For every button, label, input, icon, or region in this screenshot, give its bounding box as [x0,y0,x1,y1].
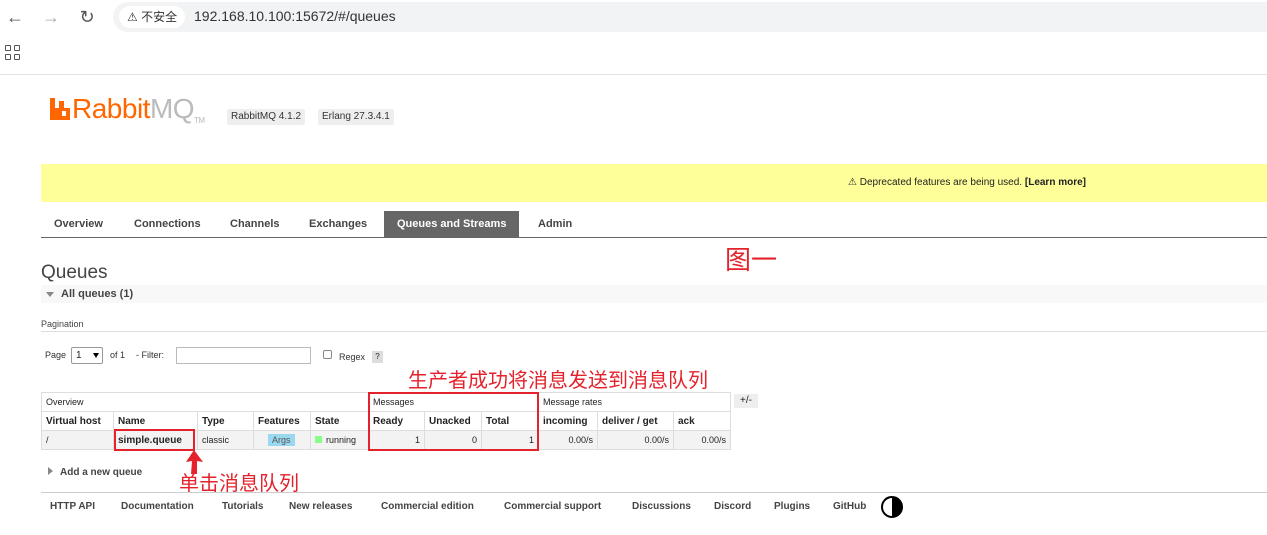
tab-overview[interactable]: Overview [54,211,103,237]
page-select[interactable]: 1 [71,347,103,364]
pagination-label: Pagination [41,319,84,329]
regex-checkbox[interactable] [323,350,332,359]
messages-annotation: 生产者成功将消息发送到消息队列 [408,368,708,392]
url-text[interactable]: 192.168.10.100:15672/#/queues [194,8,396,24]
col-type[interactable]: Type [197,411,254,431]
footer-link-github[interactable]: GitHub [833,501,866,512]
rabbitmq-logo[interactable]: RabbitMQTM [50,93,205,125]
footer: HTTP API Documentation Tutorials New rel… [41,492,1267,520]
back-icon[interactable]: ← [4,6,26,28]
column-toggle-button[interactable]: +/- [734,394,758,408]
erlang-version: Erlang 27.3.4.1 [318,109,394,125]
col-ack[interactable]: ack [673,411,731,431]
warning-icon: ⚠ [127,10,138,24]
all-queues-section-toggle[interactable]: All queues (1) [41,285,1267,303]
group-overview: Overview [41,392,369,412]
filter-label: - Filter: [136,350,164,360]
col-state[interactable]: State [310,411,369,431]
reload-icon[interactable]: ↻ [76,6,98,28]
regex-label: Regex [339,352,366,362]
tab-admin[interactable]: Admin [538,211,572,237]
theme-toggle-icon[interactable] [881,496,903,518]
col-deliver-get[interactable]: deliver / get [597,411,674,431]
page-label: Page [45,350,67,360]
col-incoming[interactable]: incoming [538,411,598,431]
col-features[interactable]: Features [253,411,311,431]
tab-connections[interactable]: Connections [134,211,201,237]
cell-state: running [310,430,369,450]
cell-features: Args [253,430,311,450]
args-badge[interactable]: Args [268,434,295,446]
cell-incoming: 0.00/s [538,430,598,450]
footer-link-commercial-support[interactable]: Commercial support [504,501,601,512]
learn-more-link[interactable]: [Learn more] [1025,177,1086,188]
running-status-icon [315,436,322,443]
cell-vhost: / [41,430,114,450]
footer-link-new-releases[interactable]: New releases [289,501,352,512]
tab-exchanges[interactable]: Exchanges [309,211,367,237]
footer-link-discord[interactable]: Discord [714,501,751,512]
filter-input[interactable] [176,347,311,364]
main-tabs: Overview Connections Channels Exchanges … [41,211,1267,238]
footer-link-tutorials[interactable]: Tutorials [222,501,263,512]
pagination-divider [41,331,1267,332]
footer-link-plugins[interactable]: Plugins [774,501,810,512]
cell-type: classic [197,430,254,450]
address-bar[interactable]: ⚠ 不安全 192.168.10.100:15672/#/queues [113,2,1267,32]
expanded-triangle-icon [46,292,54,297]
page-count: of 1 [110,350,126,360]
footer-link-documentation[interactable]: Documentation [121,501,194,512]
security-indicator[interactable]: ⚠ 不安全 [119,6,186,28]
cell-ack: 0.00/s [673,430,731,450]
deprecation-banner: ⚠ Deprecated features are being used. [L… [41,164,1267,202]
col-name[interactable]: Name [113,411,198,431]
rabbitmq-version: RabbitMQ 4.1.2 [227,109,306,125]
chevron-down-icon [93,353,99,358]
regex-help-icon[interactable]: ? [372,351,383,363]
rabbit-logo-icon [50,98,70,120]
footer-link-commercial-edition[interactable]: Commercial edition [381,501,474,512]
footer-link-http-api[interactable]: HTTP API [50,501,95,512]
figure-label: 图一 [725,246,778,276]
tab-channels[interactable]: Channels [230,211,280,237]
collapsed-triangle-icon [48,467,53,475]
cell-deliver-get: 0.00/s [597,430,674,450]
messages-highlight-box [368,392,539,451]
click-annotation: 单击消息队列 [179,471,299,495]
browser-toolbar: ← → ↻ ⚠ 不安全 192.168.10.100:15672/#/queue… [0,0,1267,75]
tab-queues-and-streams[interactable]: Queues and Streams [384,211,520,237]
forward-icon[interactable]: → [40,6,62,28]
page-title: Queues [41,262,108,283]
col-virtual-host[interactable]: Virtual host [41,411,114,431]
apps-grid-icon[interactable] [5,45,21,61]
footer-link-discussions[interactable]: Discussions [632,501,691,512]
add-queue-toggle[interactable]: Add a new queue [48,467,142,478]
group-message-rates: Message rates [538,392,731,412]
